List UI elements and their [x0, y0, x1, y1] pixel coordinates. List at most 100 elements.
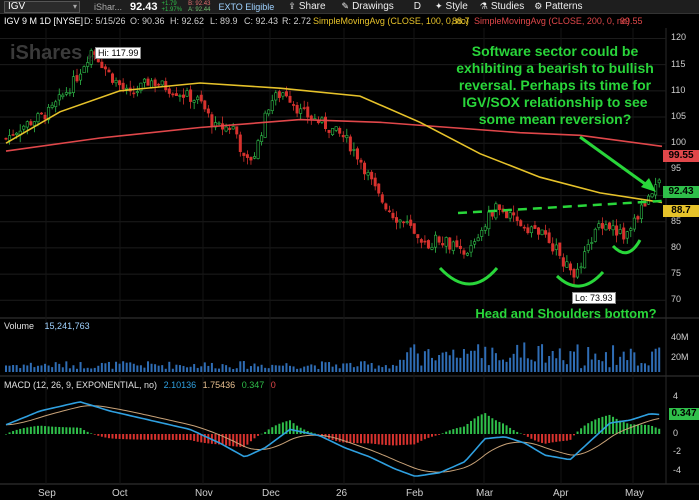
candle-body — [402, 221, 406, 224]
volume-bar — [544, 362, 547, 372]
candle-body — [430, 247, 434, 250]
lo-label: Lo: 73.93 — [572, 292, 616, 304]
macd-hist-bar — [267, 429, 270, 434]
macd-hist-bar — [242, 434, 245, 448]
volume-bar — [274, 365, 277, 372]
candle-body — [270, 100, 274, 111]
macd-hist-bar — [150, 434, 153, 440]
candle-body — [68, 92, 72, 94]
candle-body — [327, 129, 331, 133]
volume-bar — [253, 363, 256, 372]
candle-body — [238, 134, 242, 152]
macd-hist-bar — [40, 425, 43, 434]
price-tick: 80 — [671, 241, 682, 252]
volume-bar — [15, 365, 18, 372]
volume-bar — [438, 355, 441, 372]
macd-hist-bar — [438, 434, 441, 435]
volume-bar — [196, 367, 199, 372]
candle-body — [8, 135, 12, 141]
macd-hist-bar — [658, 428, 661, 434]
macd-hist-bar — [640, 424, 643, 434]
candle-body — [245, 154, 249, 158]
macd-hist-bar — [225, 434, 228, 446]
candle-body — [281, 92, 285, 97]
volume-tick-40m: 40M — [671, 332, 689, 342]
macd-hist-bar — [33, 426, 36, 434]
volume-bar — [431, 357, 433, 372]
macd-hist-bar — [590, 421, 593, 434]
macd-hist-bar — [569, 434, 572, 440]
macd-hist-bar — [12, 431, 15, 434]
volume-bar — [58, 363, 61, 372]
macd-hist-bar — [384, 434, 387, 445]
volume-bar — [590, 359, 593, 372]
volume-title: Volume — [4, 321, 35, 331]
volume-bar — [242, 361, 245, 372]
candle-body — [43, 114, 47, 120]
candle-body — [508, 212, 512, 219]
volume-bar — [537, 345, 540, 372]
candle-body — [36, 113, 40, 123]
macd-hist-bar — [164, 434, 167, 440]
right-shoulder-arc — [611, 239, 642, 255]
macd-hist-bar — [580, 428, 583, 434]
macd-hist-bar — [356, 434, 359, 444]
candle-body — [192, 100, 196, 103]
candle-body — [64, 92, 68, 95]
candle-body — [323, 116, 327, 130]
candle-body — [32, 121, 36, 126]
candle-body — [25, 121, 29, 128]
candle-body — [135, 91, 139, 94]
candle-body — [554, 244, 558, 250]
candle-body — [426, 240, 430, 249]
candle-body — [210, 114, 214, 128]
volume-bar — [168, 361, 171, 372]
volume-bar — [352, 367, 355, 372]
macd-hist-bar — [551, 434, 554, 443]
volume-bar — [633, 352, 636, 372]
candle-body — [380, 194, 384, 203]
x-axis-label: Dec — [262, 488, 280, 499]
volume-bar — [324, 362, 327, 372]
candle-body — [277, 91, 281, 98]
macd-hist-bar — [523, 434, 526, 435]
volume-bar — [136, 365, 139, 372]
macd-hist-bar — [434, 434, 437, 436]
candle-body — [150, 80, 154, 88]
candle-body — [295, 104, 299, 114]
volume-bar — [193, 364, 196, 372]
macd-hist-bar — [118, 434, 121, 439]
candle-body — [373, 177, 377, 187]
candle-body — [416, 234, 420, 239]
candle-body — [338, 127, 342, 134]
volume-bar — [470, 350, 473, 372]
volume-bar — [306, 365, 309, 372]
volume-bar — [342, 363, 345, 372]
macd-hist-bar — [654, 427, 657, 434]
macd-hist-bar — [381, 434, 384, 445]
candle-body — [331, 128, 335, 135]
candle-body — [604, 224, 608, 231]
x-axis-label: Apr — [553, 488, 569, 499]
macd-tick: 4 — [673, 391, 679, 402]
macd-hist-bar — [544, 434, 547, 444]
volume-bar — [72, 365, 75, 372]
volume-bar — [523, 342, 526, 372]
volume-bar — [54, 362, 57, 372]
volume-bar — [107, 361, 110, 372]
volume-bar — [44, 363, 47, 372]
macd-hist-bar — [8, 432, 11, 434]
volume-bar — [466, 353, 469, 372]
volume-bar — [79, 362, 82, 372]
candle-body — [121, 82, 125, 90]
volume-bar — [189, 366, 192, 372]
candle-body — [561, 257, 565, 267]
annotation-reversal: Software sector could be exhibiting a be… — [456, 43, 654, 127]
candle-body — [607, 222, 611, 230]
volume-bar — [303, 366, 306, 372]
volume-bar — [409, 347, 412, 372]
macd-hist-bar — [509, 427, 512, 434]
volume-bar — [374, 368, 377, 372]
macd-hist-bar — [555, 434, 558, 442]
macd-hist-bar — [541, 434, 544, 443]
